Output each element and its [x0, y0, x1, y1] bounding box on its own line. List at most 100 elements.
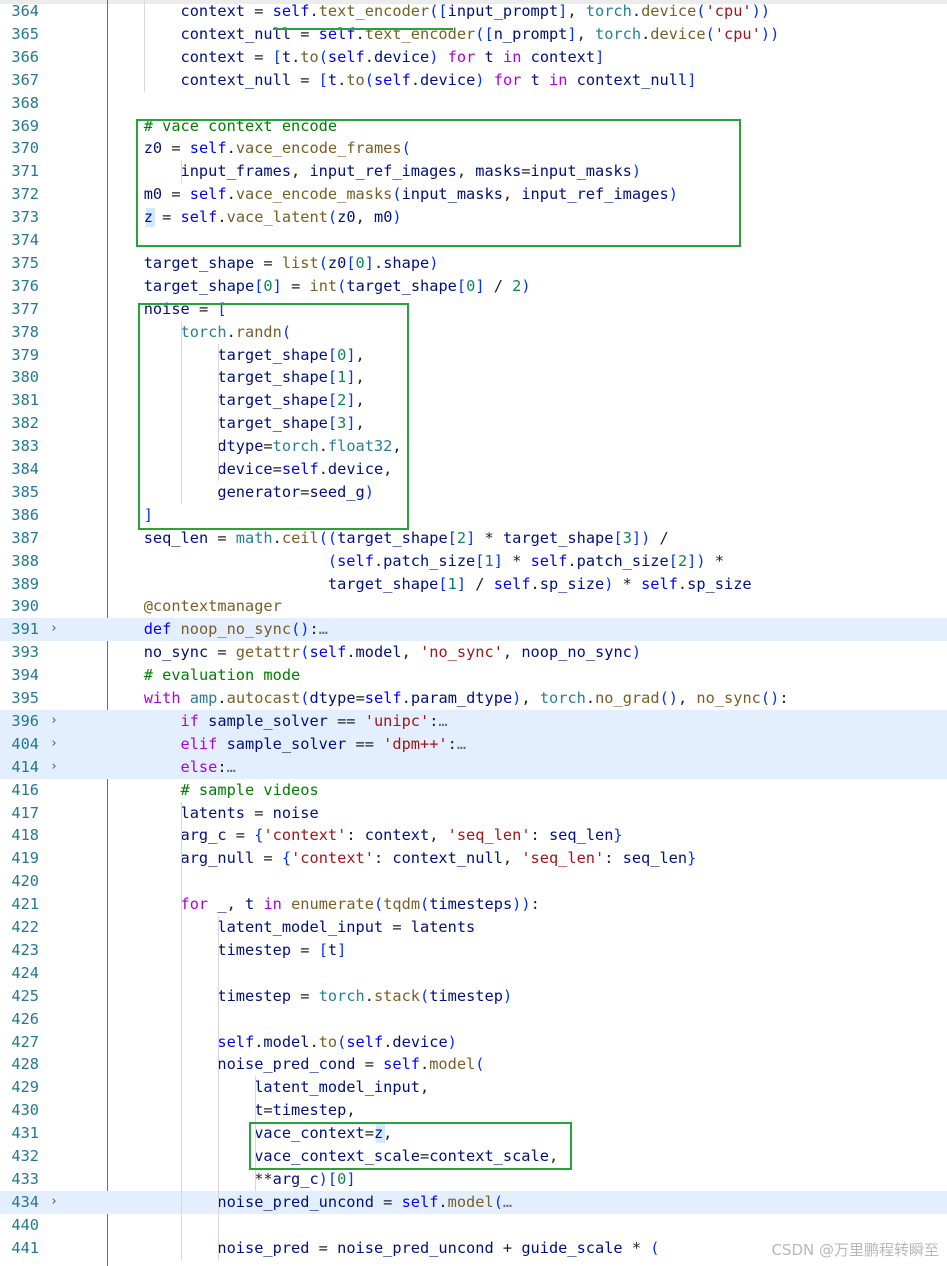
code-line[interactable]: 366 context = [t.to(self.device) for t i…	[0, 46, 947, 69]
chevron-right-icon[interactable]: ›	[50, 710, 62, 733]
folded-code-line[interactable]: 391 › def noop_no_sync():…	[0, 618, 947, 642]
line-number: 377	[11, 299, 39, 318]
line-number: 376	[11, 276, 39, 295]
code-line[interactable]: 375 target_shape = list(z0[0].shape)	[0, 252, 947, 275]
code-line[interactable]: 365 context_null = self.text_encoder([n_…	[0, 23, 947, 46]
code-text[interactable]: t=timestep,	[70, 1099, 355, 1122]
watermark: CSDN @万里鹏程转瞬至	[771, 1241, 939, 1259]
chevron-right-icon[interactable]: ›	[50, 756, 62, 779]
code-text[interactable]: timestep = torch.stack(timestep)	[70, 985, 512, 1008]
line-number: 383	[11, 437, 39, 456]
code-text[interactable]: latents = noise	[70, 802, 319, 825]
code-text[interactable]: context_null = [t.to(self.device) for t …	[70, 69, 697, 92]
code-line[interactable]: 417 latents = noise	[0, 802, 947, 825]
code-line[interactable]: 427 self.model.to(self.device)	[0, 1031, 947, 1054]
folded-code-line[interactable]: 396 › if sample_solver == 'unipc':…	[0, 709, 947, 733]
code-line[interactable]: 387 seq_len = math.ceil((target_shape[2]…	[0, 527, 947, 550]
code-line[interactable]: 367 context_null = [t.to(self.device) fo…	[0, 69, 947, 92]
code-text[interactable]: target_shape[1] / self.sp_size) * self.s…	[70, 573, 752, 596]
code-line[interactable]: 433 **arg_c)[0]	[0, 1168, 947, 1191]
chevron-right-icon[interactable]: ›	[50, 618, 62, 641]
code-text[interactable]: context_null = self.text_encoder([n_prom…	[70, 23, 780, 46]
line-number: 370	[11, 139, 39, 158]
line-number: 391	[11, 620, 39, 639]
code-line[interactable]: 424	[0, 962, 947, 985]
code-text[interactable]: timestep = [t]	[70, 939, 346, 962]
chevron-right-icon[interactable]: ›	[50, 1191, 62, 1214]
code-text[interactable]: (self.patch_size[1] * self.patch_size[2]…	[70, 550, 724, 573]
code-line[interactable]: 416 # sample videos	[0, 779, 947, 802]
code-line[interactable]: 376 target_shape[0] = int(target_shape[0…	[0, 275, 947, 298]
line-number: 380	[11, 368, 39, 387]
code-text[interactable]: target_shape[0] = int(target_shape[0] / …	[70, 275, 531, 298]
code-line[interactable]: 364 context = self.text_encoder([input_p…	[0, 0, 947, 23]
line-number: 394	[11, 666, 39, 685]
folded-code-line[interactable]: 434 › noise_pred_uncond = self.model(…	[0, 1190, 947, 1214]
code-text[interactable]: with amp.autocast(dtype=self.param_dtype…	[70, 687, 789, 710]
code-line[interactable]: 388 (self.patch_size[1] * self.patch_siz…	[0, 550, 947, 573]
code-line[interactable]: 420	[0, 870, 947, 893]
vace-context-highlight-box	[249, 1122, 572, 1170]
code-line[interactable]: 423 timestep = [t]	[0, 939, 947, 962]
line-number: 419	[11, 849, 39, 868]
code-text[interactable]: noise_pred_cond = self.model(	[70, 1053, 484, 1076]
code-text[interactable]: arg_null = {'context': context_null, 'se…	[70, 847, 697, 870]
code-text[interactable]: noise_pred = noise_pred_uncond + guide_s…	[70, 1237, 659, 1260]
chevron-right-icon[interactable]: ›	[50, 733, 62, 756]
code-line[interactable]: 428 noise_pred_cond = self.model(	[0, 1053, 947, 1076]
code-line[interactable]: 418 arg_c = {'context': context, 'seq_le…	[0, 824, 947, 847]
line-number: 373	[11, 208, 39, 227]
line-number: 364	[11, 2, 39, 20]
folded-code-line[interactable]: 404 › elif sample_solver == 'dpm++':…	[0, 732, 947, 756]
code-line[interactable]: 421 for _, t in enumerate(tqdm(timesteps…	[0, 893, 947, 916]
code-text[interactable]: # evaluation mode	[70, 664, 301, 687]
code-text[interactable]: context = self.text_encoder([input_promp…	[70, 0, 771, 23]
line-number: 425	[11, 986, 39, 1005]
code-text[interactable]: if sample_solver == 'unipc':…	[70, 710, 448, 733]
code-line[interactable]: 430 t=timestep,	[0, 1099, 947, 1122]
code-text[interactable]: no_sync = getattr(self.model, 'no_sync',…	[70, 641, 641, 664]
code-text[interactable]: seq_len = math.ceil((target_shape[2] * t…	[70, 527, 669, 550]
code-line[interactable]: 425 timestep = torch.stack(timestep)	[0, 985, 947, 1008]
code-text[interactable]: noise_pred_uncond = self.model(…	[70, 1191, 512, 1214]
line-number: 374	[11, 231, 39, 249]
code-text[interactable]: else:…	[70, 756, 236, 779]
code-line[interactable]: 390 @contextmanager	[0, 595, 947, 618]
code-editor[interactable]: 364 context = self.text_encoder([input_p…	[0, 0, 947, 1266]
code-text[interactable]: for _, t in enumerate(tqdm(timesteps)):	[70, 893, 540, 916]
code-text[interactable]: elif sample_solver == 'dpm++':…	[70, 733, 467, 756]
code-line[interactable]: 395 with amp.autocast(dtype=self.param_d…	[0, 687, 947, 710]
code-line[interactable]: 419 arg_null = {'context': context_null,…	[0, 847, 947, 870]
code-text[interactable]: # sample videos	[70, 779, 319, 802]
code-line[interactable]: 368	[0, 92, 947, 115]
line-number: 395	[11, 689, 39, 707]
line-number: 379	[11, 345, 39, 364]
line-number: 367	[11, 70, 39, 89]
code-line[interactable]: 389 target_shape[1] / self.sp_size) * se…	[0, 573, 947, 596]
line-number: 369	[11, 116, 39, 135]
indent-guide	[218, 916, 219, 1260]
code-line[interactable]: 426	[0, 1008, 947, 1031]
line-number: 378	[11, 322, 39, 341]
folded-code-line[interactable]: 414 › else:…	[0, 755, 947, 779]
code-text[interactable]: latent_model_input,	[70, 1076, 429, 1099]
code-line[interactable]: 429 latent_model_input,	[0, 1076, 947, 1099]
code-line[interactable]: 422 latent_model_input = latents	[0, 916, 947, 939]
code-text[interactable]: arg_c = {'context': context, 'seq_len': …	[70, 824, 623, 847]
line-number: 420	[11, 872, 39, 891]
line-number: 372	[11, 185, 39, 204]
line-number: 431	[11, 1124, 39, 1143]
code-line[interactable]: 393 no_sync = getattr(self.model, 'no_sy…	[0, 641, 947, 664]
code-text[interactable]: def noop_no_sync():…	[70, 618, 328, 641]
code-line[interactable]: 394 # evaluation mode	[0, 664, 947, 687]
code-text[interactable]: context = [t.to(self.device) for t in co…	[70, 46, 605, 69]
code-text[interactable]: @contextmanager	[70, 595, 282, 618]
code-text[interactable]: target_shape = list(z0[0].shape)	[70, 252, 439, 275]
code-text[interactable]: latent_model_input = latents	[70, 916, 475, 939]
code-text[interactable]: self.model.to(self.device)	[70, 1031, 457, 1054]
line-number: 418	[11, 826, 39, 845]
line-number: 427	[11, 1032, 39, 1051]
code-text[interactable]: **arg_c)[0]	[70, 1168, 355, 1191]
line-number: 441	[11, 1238, 39, 1257]
code-line[interactable]: 440	[0, 1214, 947, 1237]
